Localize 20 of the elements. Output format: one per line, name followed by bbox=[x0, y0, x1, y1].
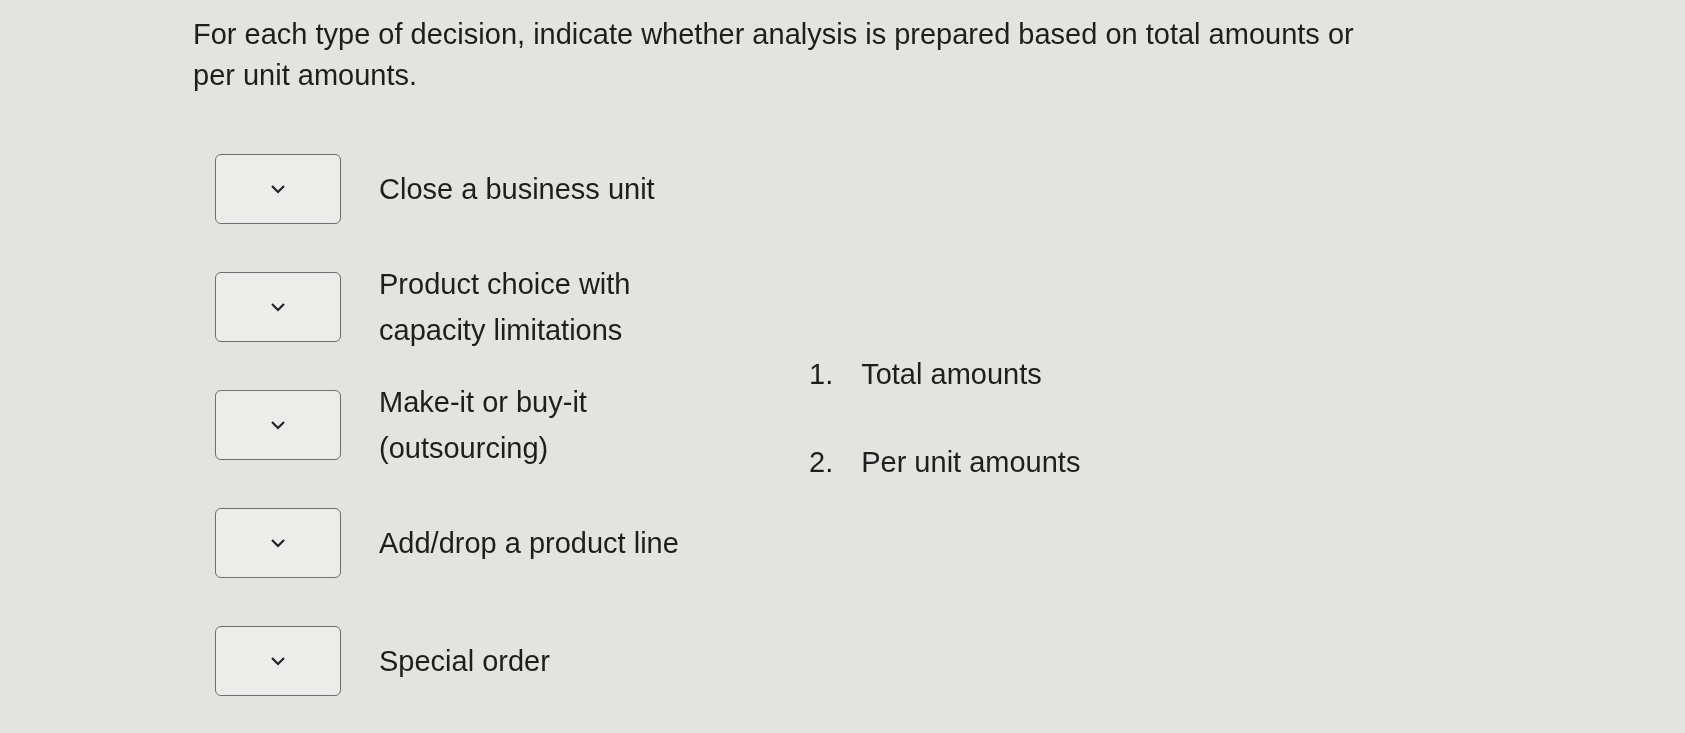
decision-label: Add/drop a product line bbox=[379, 526, 680, 562]
chevron-down-icon bbox=[270, 184, 286, 195]
chevron-down-icon bbox=[270, 420, 286, 431]
option-text: Per unit amounts bbox=[861, 444, 1081, 480]
option-text: Total amounts bbox=[861, 357, 1042, 393]
question-text: For each type of decision, indicate whether analysis is prepared based on total amounts or per unit amounts. bbox=[193, 17, 1355, 94]
answer-dropdown[interactable] bbox=[215, 390, 341, 461]
decision-label: Close a business unit bbox=[379, 172, 656, 208]
decision-label: Make-it or buy-it (outsourcing) bbox=[379, 384, 588, 467]
answer-dropdown[interactable] bbox=[215, 154, 341, 225]
option-number: 2. bbox=[809, 444, 834, 480]
chevron-down-icon bbox=[270, 538, 286, 549]
chevron-down-icon bbox=[270, 656, 286, 667]
decision-label: Product choice with capacity limitations bbox=[379, 266, 632, 349]
answer-dropdown[interactable] bbox=[215, 508, 341, 579]
chevron-down-icon bbox=[270, 302, 286, 313]
option-number: 1. bbox=[809, 357, 834, 393]
answer-dropdown[interactable] bbox=[215, 272, 341, 343]
decision-label: Special order bbox=[379, 644, 551, 680]
answer-dropdown[interactable] bbox=[215, 626, 341, 697]
